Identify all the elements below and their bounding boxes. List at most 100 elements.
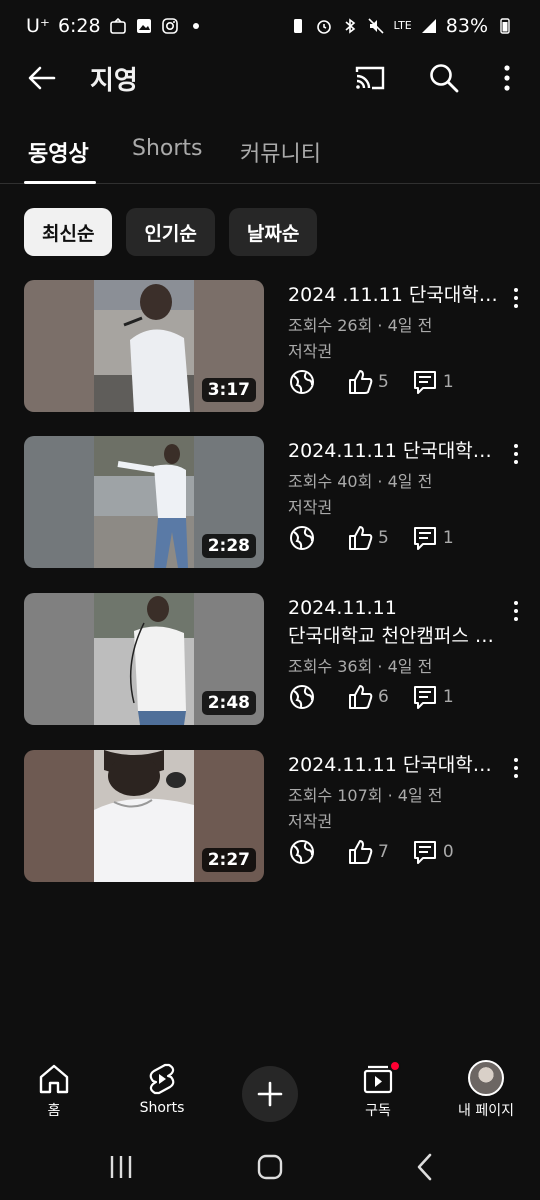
status-bar: U⁺ 6:28 LTE 83% — [0, 0, 540, 52]
video-frame-image — [94, 593, 194, 725]
system-navigation — [0, 1134, 540, 1200]
video-item[interactable]: 2:27 2024.11.11 단국대학… 조회수 107회 · 4일 전 저작… — [24, 750, 524, 884]
video-title[interactable]: 2024.11.11 단국대학… — [288, 752, 498, 778]
shorts-icon — [149, 1063, 175, 1095]
globe-icon — [290, 840, 314, 864]
globe-icon — [290, 370, 314, 394]
video-thumbnail[interactable]: 2:48 — [24, 593, 264, 725]
like-count: 5 — [378, 372, 389, 392]
lte-label: LTE — [393, 19, 412, 32]
signal-icon — [421, 19, 436, 33]
video-license: 저작권 — [288, 342, 333, 361]
nav-my-page-label: 내 페이지 — [458, 1103, 514, 1119]
comment-count: 1 — [442, 528, 454, 548]
video-title[interactable]: 2024 .11.11 단국대학… — [288, 282, 498, 308]
cast-icon[interactable] — [354, 64, 386, 92]
video-license: 저작권 — [288, 498, 333, 517]
video-duration: 2:48 — [201, 691, 256, 715]
nav-home[interactable]: 홈 — [4, 1056, 104, 1120]
video-more-icon[interactable] — [510, 286, 522, 310]
status-time: 6:28 — [57, 15, 101, 37]
battery-percent: 83% — [445, 15, 488, 37]
video-more-icon[interactable] — [510, 756, 522, 780]
like-icon[interactable] — [346, 838, 374, 866]
chip-latest[interactable]: 최신순 — [24, 208, 113, 256]
comment-count: 0 — [442, 842, 454, 862]
video-title[interactable]: 2024.11.11 단국대학… — [288, 438, 498, 464]
video-title[interactable]: 2024.11.11 — [288, 595, 498, 621]
more-options-icon[interactable] — [497, 62, 517, 94]
back-arrow-icon[interactable] — [26, 62, 58, 94]
video-stats: 6 1 — [288, 683, 476, 711]
video-duration: 3:17 — [201, 378, 256, 402]
comment-count: 1 — [442, 372, 454, 392]
video-thumbnail[interactable]: 3:17 — [24, 280, 264, 412]
alarm-icon — [317, 20, 332, 34]
video-meta: 조회수 40회 · 4일 전 — [288, 472, 433, 491]
chip-popular[interactable]: 인기순 — [126, 208, 215, 256]
comment-count: 1 — [442, 687, 454, 707]
video-frame-image — [94, 280, 194, 412]
nav-subscriptions-label: 구독 — [365, 1103, 391, 1119]
tab-shorts[interactable]: Shorts — [132, 136, 203, 161]
gallery-icon — [136, 19, 151, 33]
video-more-icon[interactable] — [510, 599, 522, 623]
comment-icon[interactable] — [411, 683, 439, 711]
bluetooth-icon — [345, 18, 356, 34]
like-icon[interactable] — [346, 368, 374, 396]
video-item[interactable]: 2:48 2024.11.11 단국대학교 천안캠퍼스 … 조회수 36회 · … — [24, 593, 524, 727]
battery-icon — [500, 18, 510, 34]
video-item[interactable]: 3:17 2024 .11.11 단국대학… 조회수 26회 · 4일 전 저작… — [24, 280, 524, 414]
video-stats: 5 1 — [288, 524, 476, 552]
chip-date[interactable]: 날짜순 — [228, 208, 318, 256]
mute-icon — [368, 18, 385, 34]
globe-icon — [290, 685, 314, 709]
nav-subscriptions[interactable]: 구독 — [328, 1056, 428, 1120]
like-count: 7 — [378, 842, 389, 862]
video-duration: 2:27 — [201, 848, 256, 872]
video-meta: 조회수 26회 · 4일 전 — [288, 316, 433, 335]
like-count: 6 — [378, 687, 389, 707]
app-bar: 지영 — [0, 52, 540, 104]
create-button[interactable] — [242, 1066, 298, 1122]
notification-badge — [389, 1060, 401, 1072]
instagram-icon — [161, 18, 178, 34]
tab-videos[interactable]: 동영상 — [28, 136, 89, 168]
like-icon[interactable] — [346, 524, 374, 552]
video-stats: 7 0 — [288, 838, 476, 866]
home-button-icon[interactable] — [253, 1150, 287, 1184]
video-frame-image — [94, 750, 194, 882]
video-thumbnail[interactable]: 2:27 — [24, 750, 264, 882]
comment-icon[interactable] — [411, 838, 439, 866]
avatar — [468, 1060, 504, 1096]
sort-chips: 최신순 인기순 날짜순 — [24, 208, 318, 256]
notification-dot — [192, 23, 199, 29]
video-more-icon[interactable] — [510, 442, 522, 466]
video-duration: 2:28 — [201, 534, 256, 558]
nav-home-label: 홈 — [47, 1103, 61, 1119]
nav-my-page[interactable]: 내 페이지 — [436, 1056, 536, 1120]
like-icon[interactable] — [346, 683, 374, 711]
globe-icon — [290, 526, 314, 550]
bottom-navigation: 홈 Shorts 구독 내 페이지 — [0, 1056, 540, 1132]
comment-icon[interactable] — [411, 368, 439, 396]
video-license: 저작권 — [288, 812, 333, 831]
nav-shorts[interactable]: Shorts — [112, 1056, 212, 1116]
nav-shorts-label: Shorts — [139, 1100, 185, 1116]
active-tab-indicator — [24, 181, 96, 184]
recent-apps-icon[interactable] — [104, 1150, 138, 1184]
channel-title: 지영 — [90, 66, 138, 96]
video-title-line2[interactable]: 단국대학교 천안캠퍼스 … — [288, 623, 498, 649]
video-item[interactable]: 2:28 2024.11.11 단국대학… 조회수 40회 · 4일 전 저작권… — [24, 436, 524, 570]
back-button-icon[interactable] — [408, 1150, 442, 1184]
tab-community[interactable]: 커뮤니티 — [240, 136, 321, 168]
channel-tabs: 동영상 Shorts 커뮤니티 — [0, 120, 540, 184]
like-count: 5 — [378, 528, 389, 548]
video-thumbnail[interactable]: 2:28 — [24, 436, 264, 568]
comment-icon[interactable] — [411, 524, 439, 552]
lock-photo-icon — [109, 17, 126, 34]
search-icon[interactable] — [428, 62, 460, 94]
video-stats: 5 1 — [288, 368, 476, 396]
plus-icon — [257, 1081, 283, 1107]
video-frame-image — [94, 436, 194, 568]
